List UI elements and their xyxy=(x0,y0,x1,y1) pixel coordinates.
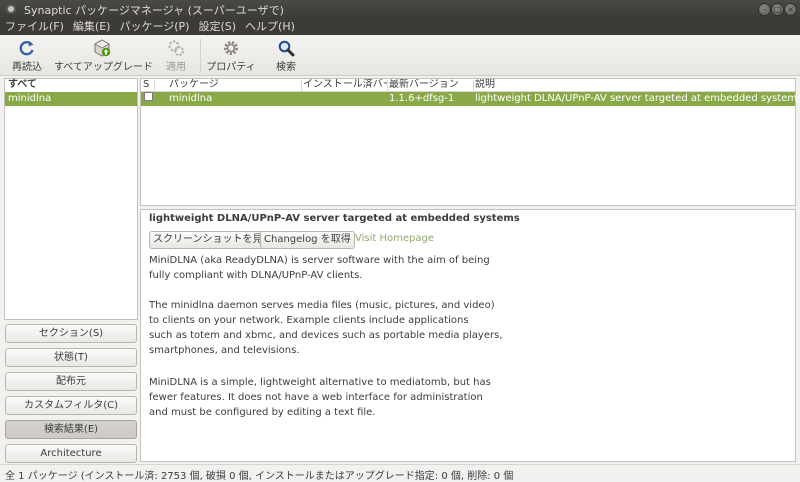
package-description: lightweight DLNA/UPnP-AV server targeted… xyxy=(475,93,800,104)
status-text: 全 1 パッケージ (インストール済: 2753 個, 破損 0 個, インスト… xyxy=(5,471,514,482)
column-header-description[interactable]: 説明 xyxy=(475,79,775,91)
status-button[interactable]: 状態(T) xyxy=(5,348,137,367)
search-results-button[interactable]: 検索結果(E) xyxy=(5,420,137,439)
changelog-button[interactable]: Changelog を取得 xyxy=(260,231,355,249)
description-paragraph: MiniDLNA is a simple, lightweight altern… xyxy=(149,377,491,418)
title-bar: Synaptic パッケージマネージャ (スーパーユーザで) – □ × xyxy=(0,0,800,19)
latest-version: 1.1.6+dfsg-1 xyxy=(389,93,455,104)
search-icon xyxy=(278,40,295,57)
origin-button[interactable]: 配布元 xyxy=(5,372,137,391)
minimize-button[interactable]: – xyxy=(758,3,771,16)
reload-button[interactable]: 再読込 xyxy=(8,37,46,74)
properties-label: プロパティ xyxy=(206,62,256,73)
toolbar-separator xyxy=(200,39,201,72)
app-icon xyxy=(6,4,16,14)
gear-icon xyxy=(224,41,238,55)
column-header-installed[interactable]: インストール済バージ xyxy=(303,79,387,91)
upgrade-all-button[interactable]: すべてアップグレード xyxy=(54,37,153,74)
column-separator xyxy=(154,80,155,91)
column-separator xyxy=(301,80,302,91)
toolbar: 再読込 すべてアップグレード 適用 プロパティ 検索 xyxy=(0,35,800,76)
filter-list-item[interactable]: minidlna xyxy=(5,92,137,106)
sections-button[interactable]: セクション(S) xyxy=(5,324,137,343)
apply-icon xyxy=(168,40,184,56)
upgrade-icon xyxy=(94,39,111,57)
column-separator xyxy=(473,80,474,91)
description-paragraph: MiniDLNA (aka ReadyDLNA) is server softw… xyxy=(149,255,490,281)
menu-help[interactable]: ヘルプ(H) xyxy=(240,19,299,35)
description-panel: lightweight DLNA/UPnP-AV server targeted… xyxy=(140,209,796,462)
status-bar: 全 1 パッケージ (インストール済: 2753 個, 破損 0 個, インスト… xyxy=(0,464,800,482)
architecture-button[interactable]: Architecture xyxy=(5,444,137,463)
reload-icon xyxy=(19,41,34,56)
close-button[interactable]: × xyxy=(784,3,797,16)
screenshot-button[interactable]: スクリーンショットを見る xyxy=(149,231,277,249)
reload-label: 再読込 xyxy=(12,62,42,73)
package-name: minidlna xyxy=(169,93,213,104)
column-header-latest[interactable]: 最新バージョン xyxy=(389,79,473,91)
table-row[interactable]: minidlna 1.1.6+dfsg-1 lightweight DLNA/U… xyxy=(141,92,800,106)
column-separator xyxy=(387,80,388,91)
description-paragraph: The minidlna daemon serves media files (… xyxy=(149,300,503,356)
maximize-button[interactable]: □ xyxy=(771,3,784,16)
properties-button[interactable]: プロパティ xyxy=(206,37,256,74)
column-header-s[interactable]: S xyxy=(143,79,153,91)
search-label: 検索 xyxy=(276,62,296,73)
description-title: lightweight DLNA/UPnP-AV server targeted… xyxy=(149,213,520,224)
package-table: S パッケージ インストール済バージ 最新バージョン 説明 minidlna 1… xyxy=(140,78,800,206)
table-header: S パッケージ インストール済バージ 最新バージョン 説明 xyxy=(141,79,795,92)
column-header-package[interactable]: パッケージ xyxy=(169,79,299,91)
upgrade-all-label: すべてアップグレード xyxy=(54,62,153,73)
search-button[interactable]: 検索 xyxy=(268,37,304,74)
visit-homepage-link[interactable]: Visit Homepage xyxy=(355,233,434,244)
custom-filter-button[interactable]: カスタムフィルタ(C) xyxy=(5,396,137,415)
menu-edit[interactable]: 編集(E) xyxy=(68,19,115,35)
window-title: Synaptic パッケージマネージャ (スーパーユーザで) xyxy=(24,4,284,17)
apply-label: 適用 xyxy=(166,62,186,73)
apply-button[interactable]: 適用 xyxy=(158,37,194,74)
filter-list-header[interactable]: すべて xyxy=(5,79,137,92)
menu-bar: ファイル(F) 編集(E) パッケージ(P) 設定(S) ヘルプ(H) xyxy=(0,19,800,35)
menu-package[interactable]: パッケージ(P) xyxy=(114,19,193,35)
install-checkbox[interactable] xyxy=(144,92,153,101)
filter-list: すべて minidlna xyxy=(4,78,138,320)
menu-settings[interactable]: 設定(S) xyxy=(193,19,240,35)
menu-file[interactable]: ファイル(F) xyxy=(0,19,68,35)
